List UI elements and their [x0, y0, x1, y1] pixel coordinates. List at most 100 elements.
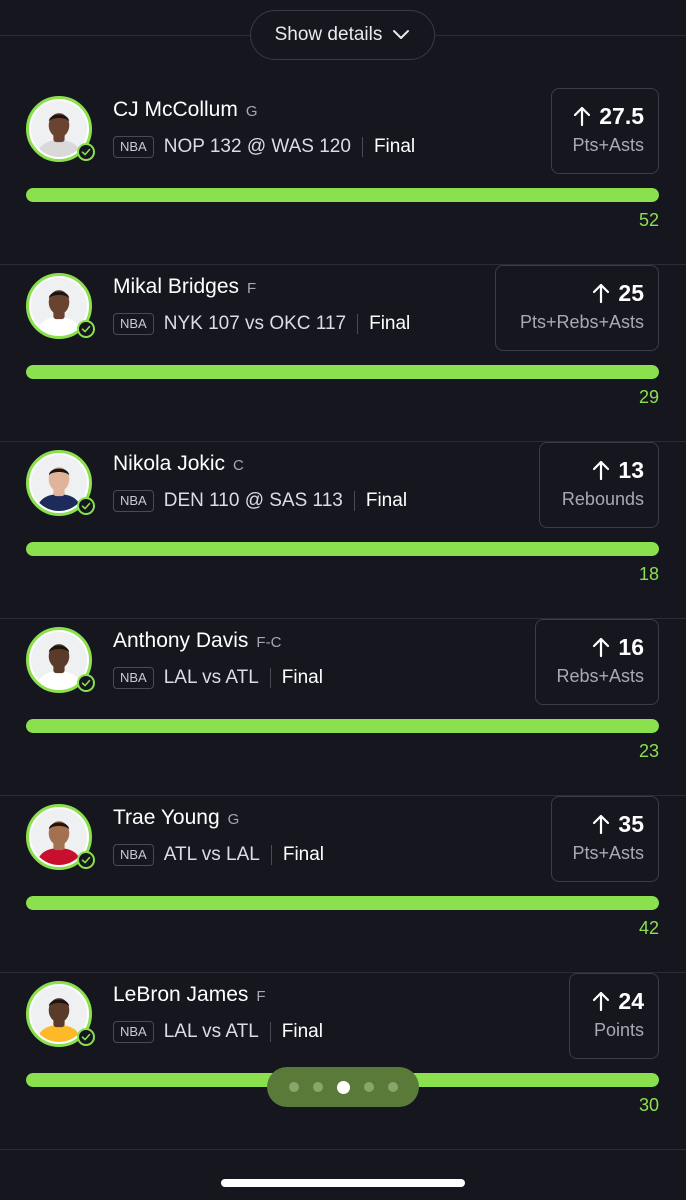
pick-row[interactable]: Anthony Davis F-C NBA LAL vs ATL Final 1…: [0, 619, 686, 796]
game-info: NBA LAL vs ATL Final: [113, 667, 323, 689]
check-icon: [77, 674, 95, 692]
stat-type: Pts+Rebs+Asts: [519, 312, 644, 332]
player-name: Mikal Bridges: [113, 275, 240, 298]
pick-row[interactable]: LeBron James F NBA LAL vs ATL Final 24 P…: [0, 973, 686, 1150]
league-badge: NBA: [113, 136, 154, 158]
check-icon: [77, 851, 95, 869]
progress-bar: [26, 542, 659, 556]
player-position: F: [247, 280, 257, 297]
matchup: DEN 110 @ SAS 113: [163, 490, 343, 511]
progress-fill: [26, 365, 659, 379]
pick-row[interactable]: Mikal Bridges F NBA NYK 107 vs OKC 117 F…: [0, 265, 686, 442]
check-icon: [77, 143, 95, 161]
arrow-up-icon: [593, 991, 610, 1012]
divider: [361, 137, 363, 157]
progress-bar: [26, 188, 659, 202]
matchup: ATL vs LAL: [163, 844, 260, 865]
player-position: G: [245, 103, 258, 120]
progress-fill: [26, 188, 659, 202]
player-name: Nikola Jokic: [113, 452, 226, 475]
league-badge: NBA: [113, 1021, 154, 1043]
player-name: LeBron James: [113, 983, 249, 1006]
check-icon: [77, 497, 95, 515]
actual-stat-value: 30: [638, 1095, 659, 1115]
divider: [357, 314, 359, 334]
player-avatar: [26, 273, 95, 339]
player-name-line: LeBron James F: [113, 983, 266, 1007]
actual-stat-value: 18: [638, 564, 659, 584]
pager-dot[interactable]: [288, 1082, 299, 1092]
line-value: 35: [618, 810, 644, 837]
line-value: 25: [618, 279, 644, 306]
stat-type: Pts+Asts: [572, 135, 644, 155]
divider: [269, 1022, 271, 1042]
pager-dot[interactable]: [312, 1082, 323, 1092]
player-name-line: Nikola Jokic C: [113, 452, 244, 476]
pick-row[interactable]: Trae Young G NBA ATL vs LAL Final 35 Pts…: [0, 796, 686, 973]
actual-stat-value: 42: [638, 918, 659, 938]
projection-box[interactable]: 13 Rebounds: [539, 442, 659, 528]
projection-box[interactable]: 35 Pts+Asts: [551, 796, 659, 882]
show-details-label: Show details: [274, 24, 383, 45]
player-position: F: [256, 988, 266, 1005]
game-status: Final: [365, 490, 408, 511]
line-value: 16: [618, 633, 644, 660]
player-avatar: [26, 981, 95, 1047]
game-info: NBA NOP 132 @ WAS 120 Final: [113, 136, 415, 158]
projection-box[interactable]: 24 Points: [569, 973, 659, 1059]
league-badge: NBA: [113, 313, 154, 335]
player-name: CJ McCollum: [113, 98, 238, 121]
actual-stat-value: 29: [638, 387, 659, 407]
page-indicator[interactable]: [267, 1067, 419, 1107]
progress-bar: [26, 365, 659, 379]
arrow-up-icon: [574, 106, 591, 127]
progress-fill: [26, 719, 659, 733]
matchup: NYK 107 vs OKC 117: [163, 313, 347, 334]
projection-box[interactable]: 25 Pts+Rebs+Asts: [495, 265, 659, 351]
pick-row[interactable]: CJ McCollum G NBA NOP 132 @ WAS 120 Fina…: [0, 88, 686, 265]
check-icon: [77, 320, 95, 338]
stat-type: Points: [593, 1020, 644, 1040]
stat-type: Rebs+Asts: [556, 666, 644, 686]
player-avatar: [26, 96, 95, 162]
projection-box[interactable]: 27.5 Pts+Asts: [551, 88, 659, 174]
player-position: F-C: [256, 634, 282, 651]
row-divider: [0, 1149, 686, 1150]
player-avatar: [26, 450, 95, 516]
player-name-line: Mikal Bridges F: [113, 275, 256, 299]
divider: [270, 845, 272, 865]
game-status: Final: [281, 667, 323, 688]
show-details-button[interactable]: Show details: [250, 10, 435, 60]
projection-box[interactable]: 16 Rebs+Asts: [535, 619, 659, 705]
stat-type: Pts+Asts: [572, 843, 644, 863]
pick-row[interactable]: Nikola Jokic C NBA DEN 110 @ SAS 113 Fin…: [0, 442, 686, 619]
league-badge: NBA: [113, 844, 154, 866]
game-info: NBA LAL vs ATL Final: [113, 1021, 323, 1043]
line-value: 13: [618, 456, 644, 483]
player-avatar: [26, 804, 95, 870]
arrow-up-icon: [593, 283, 610, 304]
player-name: Trae Young: [113, 806, 220, 829]
game-status: Final: [281, 1021, 323, 1042]
game-info: NBA DEN 110 @ SAS 113 Final: [113, 490, 407, 512]
game-status: Final: [282, 844, 325, 865]
check-icon: [77, 1028, 95, 1046]
matchup: LAL vs ATL: [163, 1021, 259, 1042]
line-value: 27.5: [599, 102, 644, 129]
league-badge: NBA: [113, 490, 154, 512]
player-name-line: Trae Young G: [113, 806, 239, 830]
player-position: C: [233, 457, 244, 474]
home-indicator[interactable]: [221, 1179, 465, 1187]
line-value: 24: [618, 987, 644, 1014]
pager-dot[interactable]: [387, 1082, 398, 1092]
pager-dot[interactable]: [363, 1082, 374, 1092]
player-name: Anthony Davis: [113, 629, 249, 652]
game-status: Final: [369, 313, 411, 334]
player-name-line: CJ McCollum G: [113, 98, 258, 122]
arrow-up-icon: [593, 814, 610, 835]
progress-fill: [26, 542, 659, 556]
pager-dot[interactable]: [336, 1080, 350, 1094]
actual-stat-value: 52: [638, 210, 659, 230]
arrow-up-icon: [593, 637, 610, 658]
game-status: Final: [373, 136, 416, 157]
